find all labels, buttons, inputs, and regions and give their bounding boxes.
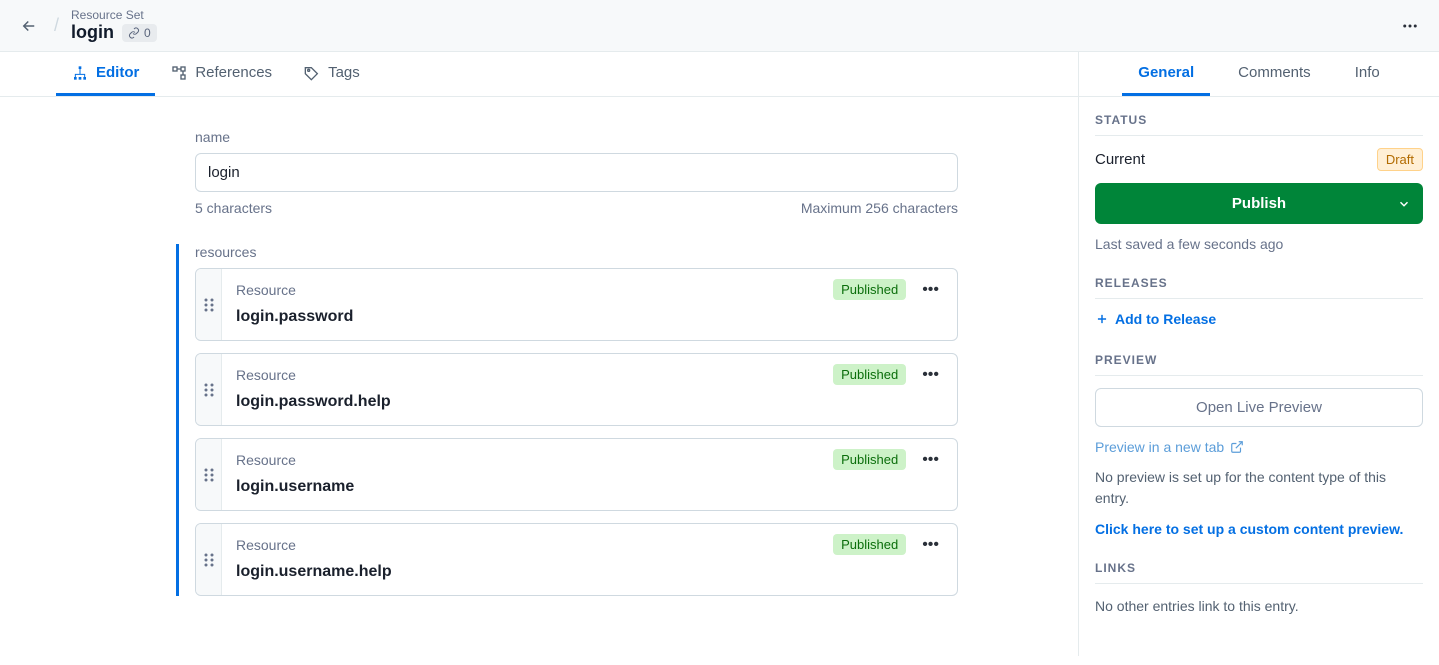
resource-card: Resource Published ••• login.username.he… [195,523,958,596]
external-link-icon [1230,440,1244,454]
open-preview-button[interactable]: Open Live Preview [1095,388,1423,427]
tab-tags[interactable]: Tags [288,52,376,96]
panel-releases: RELEASES Add to Release [1079,260,1439,337]
title-row: login 0 [71,22,157,43]
drag-handle[interactable] [196,439,222,510]
link-count-value: 0 [144,26,151,40]
name-hint-row: 5 characters Maximum 256 characters [195,200,958,216]
tab-info[interactable]: Info [1339,52,1396,96]
panel-preview: PREVIEW Open Live Preview Preview in a n… [1079,337,1439,545]
preview-new-tab-link[interactable]: Preview in a new tab [1095,439,1244,455]
field-name: name 5 characters Maximum 256 characters [176,129,958,216]
add-release-button[interactable]: Add to Release [1095,311,1216,327]
card-body[interactable]: Resource Published ••• login.password.he… [222,354,957,425]
status-heading: STATUS [1095,113,1423,136]
link-icon [128,27,140,39]
resource-card: Resource Published ••• login.username [195,438,958,511]
resource-type: Resource [236,367,296,383]
name-label: name [195,129,958,145]
drag-handle[interactable] [196,269,222,340]
name-input[interactable] [195,153,958,192]
card-body[interactable]: Resource Published ••• login.username.he… [222,524,957,595]
resource-title: login.password.help [236,393,943,411]
draft-badge: Draft [1377,148,1423,171]
more-horizontal-icon [1401,17,1419,35]
no-preview-text: No preview is set up for the content typ… [1095,467,1423,509]
card-more-button[interactable]: ••• [918,366,943,384]
grip-icon [204,552,214,568]
char-max: Maximum 256 characters [801,200,958,216]
sitemap-icon [72,65,88,81]
char-count: 5 characters [195,200,272,216]
main-tabs: Editor References Tags [0,52,1078,97]
header-left: / Resource Set login 0 [16,8,157,43]
header: / Resource Set login 0 [0,0,1439,52]
add-release-label: Add to Release [1115,311,1216,327]
status-row: Current Draft [1095,148,1423,171]
back-button[interactable] [16,13,42,39]
tab-tags-label: Tags [328,64,360,81]
main-column: Editor References Tags name 5 charact [0,52,1079,656]
links-heading: LINKS [1095,561,1423,584]
tab-general[interactable]: General [1122,52,1210,96]
tab-comments[interactable]: Comments [1222,52,1327,96]
grip-icon [204,297,214,313]
resource-card: Resource Published ••• login.password [195,268,958,341]
header-more-button[interactable] [1397,13,1423,39]
setup-preview-link[interactable]: Click here to set up a custom content pr… [1095,521,1423,537]
status-badge: Published [833,449,906,470]
plus-icon [1095,312,1109,326]
tag-icon [304,65,320,81]
card-body[interactable]: Resource Published ••• login.password [222,269,957,340]
drag-handle[interactable] [196,524,222,595]
resources-label: resources [195,244,958,260]
arrow-left-icon [20,17,38,35]
current-label: Current [1095,151,1145,168]
side-tabs: General Comments Info [1079,52,1439,97]
breadcrumb: Resource Set login 0 [71,8,157,43]
references-icon [171,65,187,81]
publish-button[interactable]: Publish [1095,183,1423,224]
grip-icon [204,467,214,483]
resource-type: Resource [236,452,296,468]
resource-type: Resource [236,282,296,298]
field-resources: resources Resource Published ••• [176,244,958,596]
status-badge: Published [833,534,906,555]
resource-title: login.password [236,308,943,326]
status-badge: Published [833,279,906,300]
resource-type-label: Resource Set [71,8,157,22]
preview-new-tab-label: Preview in a new tab [1095,439,1224,455]
panel-links: LINKS No other entries link to this entr… [1079,545,1439,625]
preview-heading: PREVIEW [1095,353,1423,376]
link-count-badge[interactable]: 0 [122,24,157,42]
publish-label: Publish [1232,195,1286,212]
panel-status: STATUS Current Draft Publish Last saved … [1079,97,1439,260]
drag-handle[interactable] [196,354,222,425]
card-more-button[interactable]: ••• [918,281,943,299]
editor-body: name 5 characters Maximum 256 characters… [0,97,1078,656]
resource-title: login.username [236,478,943,496]
grip-icon [204,382,214,398]
breadcrumb-slash: / [54,15,59,36]
tab-editor[interactable]: Editor [56,52,155,96]
releases-heading: RELEASES [1095,276,1423,299]
tab-references-label: References [195,64,272,81]
resource-type: Resource [236,537,296,553]
tab-references[interactable]: References [155,52,288,96]
chevron-down-icon [1397,197,1411,211]
card-more-button[interactable]: ••• [918,451,943,469]
page-title: login [71,22,114,43]
last-saved: Last saved a few seconds ago [1095,236,1423,252]
card-more-button[interactable]: ••• [918,536,943,554]
tab-editor-label: Editor [96,64,139,81]
no-links-text: No other entries link to this entry. [1095,596,1423,617]
resource-card: Resource Published ••• login.password.he… [195,353,958,426]
status-badge: Published [833,364,906,385]
resource-title: login.username.help [236,563,943,581]
side-column: General Comments Info STATUS Current Dra… [1079,52,1439,656]
card-body[interactable]: Resource Published ••• login.username [222,439,957,510]
